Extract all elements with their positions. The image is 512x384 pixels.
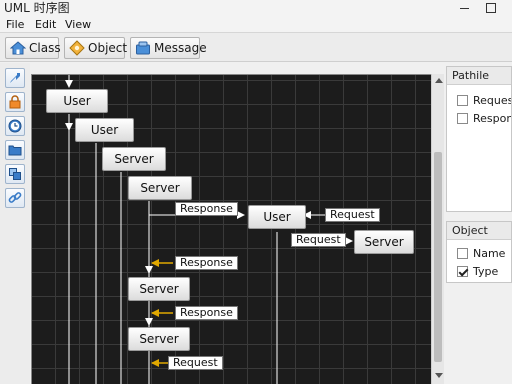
left-tool-strip bbox=[0, 63, 30, 384]
menu-view[interactable]: View bbox=[65, 17, 91, 32]
lifeline-server-2[interactable]: Server bbox=[128, 176, 192, 200]
message-button[interactable]: Message bbox=[130, 37, 207, 59]
scroll-down-icon[interactable] bbox=[435, 373, 443, 378]
pathile-panel: Pathile Request Response bbox=[446, 66, 512, 212]
menu-bar: File Edit View bbox=[0, 17, 512, 32]
message-icon bbox=[135, 40, 151, 56]
link-icon bbox=[8, 192, 22, 203]
folder-icon bbox=[8, 145, 22, 156]
pathile-item-label: Request bbox=[473, 93, 511, 107]
folder-tool-button[interactable] bbox=[5, 140, 25, 160]
message-response-2[interactable]: Response bbox=[175, 256, 238, 270]
pathile-item-response[interactable]: Response bbox=[447, 109, 511, 127]
lifeline-user-2[interactable]: User bbox=[75, 118, 134, 142]
lifeline-user-3[interactable]: User bbox=[248, 205, 306, 229]
clock-icon bbox=[8, 119, 22, 133]
lifeline-server-3[interactable]: Server bbox=[354, 230, 414, 254]
lock-icon bbox=[9, 95, 21, 109]
minimize-icon[interactable] bbox=[458, 2, 472, 14]
diagram-canvas[interactable]: User User Server Server User Server Serv… bbox=[31, 74, 431, 384]
object-item-name[interactable]: Name bbox=[447, 244, 511, 262]
lifeline-user-1[interactable]: User bbox=[46, 89, 108, 113]
maximize-icon[interactable] bbox=[484, 2, 498, 14]
pathile-item-label: Response bbox=[473, 111, 512, 125]
message-request-2[interactable]: Request bbox=[291, 233, 346, 247]
object-button-label: Object bbox=[88, 41, 128, 55]
copy-icon bbox=[9, 168, 21, 180]
message-request-3[interactable]: Request bbox=[168, 356, 223, 370]
response-checkbox[interactable] bbox=[457, 112, 468, 124]
clock-tool-button[interactable] bbox=[5, 116, 25, 136]
lifeline-server-1[interactable]: Server bbox=[102, 147, 166, 171]
class-button[interactable]: Class bbox=[5, 37, 61, 59]
object-item-type[interactable]: Type bbox=[447, 262, 511, 280]
house-icon bbox=[9, 40, 27, 56]
object-button[interactable]: Object bbox=[64, 37, 128, 59]
message-button-label: Message bbox=[154, 41, 207, 55]
lifeline-server-5[interactable]: Server bbox=[128, 327, 190, 351]
pathile-item-request[interactable]: Request bbox=[447, 91, 511, 109]
lock-tool-button[interactable] bbox=[5, 92, 25, 112]
copy-tool-button[interactable] bbox=[5, 164, 25, 184]
name-checkbox[interactable] bbox=[457, 247, 468, 259]
object-panel-title: Object bbox=[447, 222, 511, 240]
class-button-label: Class bbox=[29, 41, 61, 55]
scroll-up-icon[interactable] bbox=[435, 78, 443, 83]
menu-edit[interactable]: Edit bbox=[35, 17, 56, 32]
pointer-tool-button[interactable] bbox=[5, 68, 25, 88]
message-response-3[interactable]: Response bbox=[175, 306, 238, 320]
scroll-thumb[interactable] bbox=[434, 152, 442, 362]
type-checkbox[interactable] bbox=[457, 265, 468, 277]
pathile-panel-title: Pathile bbox=[447, 67, 511, 85]
link-tool-button[interactable] bbox=[5, 188, 25, 208]
pointer-icon bbox=[10, 73, 20, 83]
menu-file[interactable]: File bbox=[6, 17, 24, 32]
message-request-1[interactable]: Request bbox=[325, 208, 380, 222]
canvas-vertical-scrollbar[interactable] bbox=[431, 74, 444, 384]
lifeline-server-4[interactable]: Server bbox=[128, 277, 190, 301]
request-checkbox[interactable] bbox=[457, 94, 468, 106]
window-title: UML 时序图 bbox=[4, 1, 70, 15]
diamond-icon bbox=[69, 40, 85, 56]
object-item-label: Type bbox=[473, 264, 499, 278]
message-response-1[interactable]: Response bbox=[175, 202, 238, 216]
object-panel: Object Name Type bbox=[446, 221, 512, 283]
object-item-label: Name bbox=[473, 246, 506, 260]
toolbar: Class Object Message bbox=[0, 32, 512, 62]
title-bar: UML 时序图 bbox=[0, 0, 512, 17]
